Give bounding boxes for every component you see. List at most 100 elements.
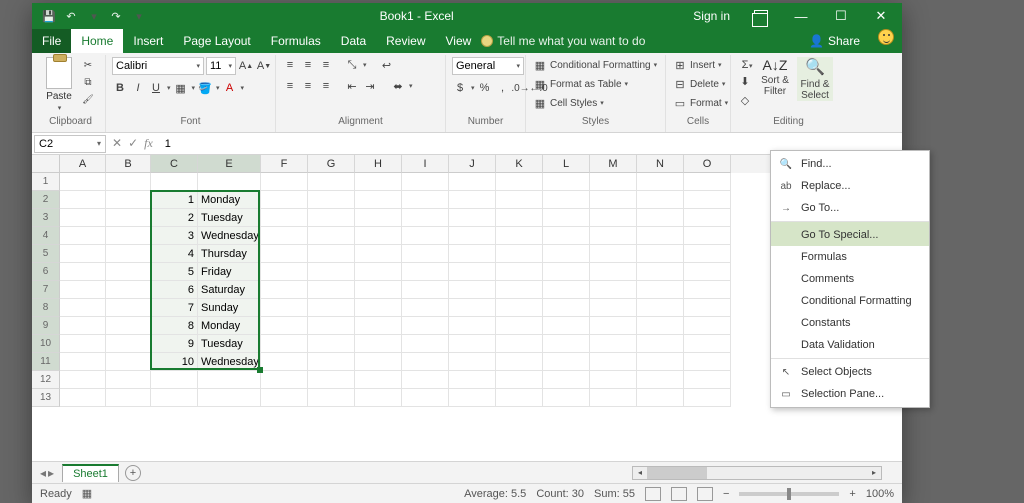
cell-A1[interactable] [60, 173, 106, 191]
menu-item-go-to-special[interactable]: Go To Special... [771, 221, 929, 246]
cell-C5[interactable]: 4 [151, 245, 198, 263]
cell-E11[interactable]: Wednesday [198, 353, 261, 371]
cell-E5[interactable]: Thursday [198, 245, 261, 263]
scroll-right-icon[interactable]: ▸ [867, 467, 881, 479]
cell-C4[interactable]: 3 [151, 227, 198, 245]
cell-M11[interactable] [590, 353, 637, 371]
cell-B4[interactable] [106, 227, 151, 245]
cell-K9[interactable] [496, 317, 543, 335]
cell-E13[interactable] [198, 389, 261, 407]
cell-L6[interactable] [543, 263, 590, 281]
cell-L8[interactable] [543, 299, 590, 317]
font-color-icon[interactable]: A [222, 80, 238, 96]
cell-A7[interactable] [60, 281, 106, 299]
menu-item-constants[interactable]: Constants [771, 312, 929, 334]
format-painter-icon[interactable] [80, 91, 96, 107]
cell-I4[interactable] [402, 227, 449, 245]
cell-N5[interactable] [637, 245, 684, 263]
cell-L4[interactable] [543, 227, 590, 245]
macro-record-icon[interactable]: ▦ [82, 487, 92, 500]
cell-A10[interactable] [60, 335, 106, 353]
cell-B8[interactable] [106, 299, 151, 317]
cell-M10[interactable] [590, 335, 637, 353]
cell-G10[interactable] [308, 335, 355, 353]
menu-item-conditional-formatting[interactable]: Conditional Formatting [771, 290, 929, 312]
cell-O4[interactable] [684, 227, 731, 245]
find-select-menu[interactable]: 🔍Find...abReplace...→Go To...Go To Speci… [770, 150, 930, 408]
cell-G1[interactable] [308, 173, 355, 191]
zoom-slider[interactable] [739, 492, 839, 496]
cell-K1[interactable] [496, 173, 543, 191]
cell-B7[interactable] [106, 281, 151, 299]
cell-M12[interactable] [590, 371, 637, 389]
cell-O9[interactable] [684, 317, 731, 335]
tab-data[interactable]: Data [331, 29, 376, 53]
cell-J6[interactable] [449, 263, 496, 281]
number-format-combo[interactable]: General▾ [452, 57, 524, 75]
cell-G11[interactable] [308, 353, 355, 371]
cell-O3[interactable] [684, 209, 731, 227]
cell-A9[interactable] [60, 317, 106, 335]
cell-B9[interactable] [106, 317, 151, 335]
cell-N11[interactable] [637, 353, 684, 371]
col-header-K[interactable]: K [496, 155, 543, 173]
font-size-combo[interactable]: 11▾ [206, 57, 236, 75]
tab-review[interactable]: Review [376, 29, 435, 53]
cell-J7[interactable] [449, 281, 496, 299]
cell-M8[interactable] [590, 299, 637, 317]
cell-E6[interactable]: Friday [198, 263, 261, 281]
col-header-F[interactable]: F [261, 155, 308, 173]
cell-C8[interactable]: 7 [151, 299, 198, 317]
cell-F11[interactable] [261, 353, 308, 371]
row-header-9[interactable]: 9 [32, 317, 60, 335]
cell-E3[interactable]: Tuesday [198, 209, 261, 227]
zoom-in-button[interactable]: + [849, 488, 855, 500]
cell-N10[interactable] [637, 335, 684, 353]
cell-M7[interactable] [590, 281, 637, 299]
col-header-C[interactable]: C [151, 155, 198, 173]
col-header-J[interactable]: J [449, 155, 496, 173]
cell-H8[interactable] [355, 299, 402, 317]
cell-I1[interactable] [402, 173, 449, 191]
tab-file[interactable]: File [32, 29, 71, 53]
cell-C11[interactable]: 10 [151, 353, 198, 371]
sheet-nav-next-icon[interactable]: ▸ [48, 466, 54, 480]
cell-C12[interactable] [151, 371, 198, 389]
cell-H7[interactable] [355, 281, 402, 299]
menu-item-go-to[interactable]: →Go To... [771, 197, 929, 219]
cell-A2[interactable] [60, 191, 106, 209]
align-right-icon[interactable]: ≡ [318, 78, 334, 94]
row-header-13[interactable]: 13 [32, 389, 60, 407]
qat-customize-icon[interactable]: ▾ [130, 7, 148, 25]
cell-B10[interactable] [106, 335, 151, 353]
tab-home[interactable]: Home [71, 29, 123, 53]
cell-F12[interactable] [261, 371, 308, 389]
cell-K5[interactable] [496, 245, 543, 263]
cell-F9[interactable] [261, 317, 308, 335]
menu-item-selection-pane[interactable]: ▭Selection Pane... [771, 383, 929, 405]
cell-M1[interactable] [590, 173, 637, 191]
cell-B13[interactable] [106, 389, 151, 407]
cell-M6[interactable] [590, 263, 637, 281]
cell-E1[interactable] [198, 173, 261, 191]
cell-G5[interactable] [308, 245, 355, 263]
row-header-2[interactable]: 2 [32, 191, 60, 209]
cell-J8[interactable] [449, 299, 496, 317]
view-normal-icon[interactable] [645, 487, 661, 501]
cell-N6[interactable] [637, 263, 684, 281]
tab-formulas[interactable]: Formulas [261, 29, 331, 53]
cell-I6[interactable] [402, 263, 449, 281]
menu-item-formulas[interactable]: Formulas [771, 246, 929, 268]
cell-I3[interactable] [402, 209, 449, 227]
cell-F2[interactable] [261, 191, 308, 209]
cell-A11[interactable] [60, 353, 106, 371]
cell-E4[interactable]: Wednesday [198, 227, 261, 245]
indent-increase-icon[interactable]: ⇥ [362, 78, 378, 94]
cell-L12[interactable] [543, 371, 590, 389]
cell-I7[interactable] [402, 281, 449, 299]
align-top-icon[interactable]: ≡ [282, 57, 298, 73]
row-header-11[interactable]: 11 [32, 353, 60, 371]
cell-styles-button[interactable]: ▦Cell Styles▾ [532, 95, 604, 111]
cell-M13[interactable] [590, 389, 637, 407]
cell-O2[interactable] [684, 191, 731, 209]
